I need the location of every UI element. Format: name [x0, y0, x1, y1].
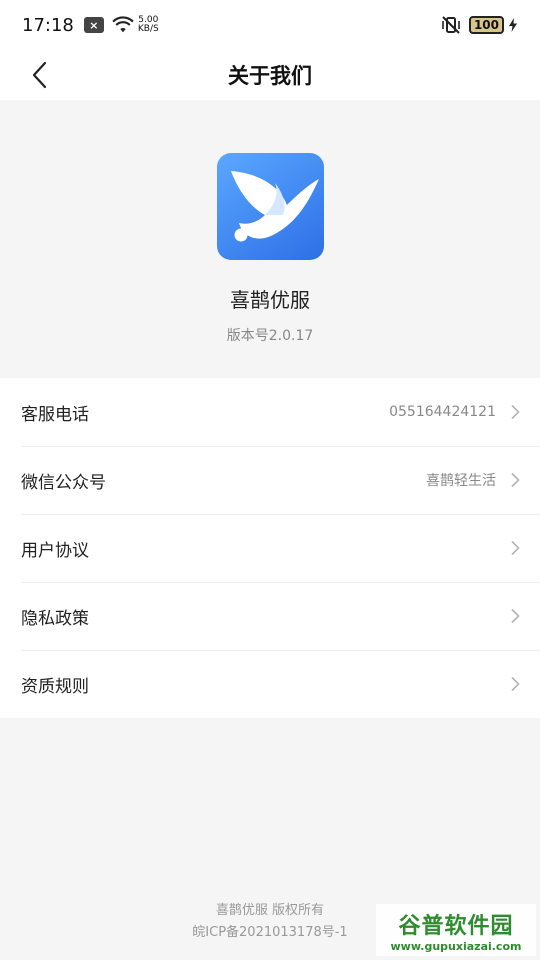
- app-version: 版本号2.0.17: [226, 328, 314, 344]
- menu-item-label: 微信公众号: [21, 472, 106, 493]
- charging-icon: [509, 18, 517, 32]
- menu-item-privacy-policy[interactable]: 隐私政策: [0, 582, 540, 650]
- watermark-title: 谷普软件园: [398, 913, 514, 939]
- wifi-icon: [112, 16, 134, 33]
- menu-item-label: 客服电话: [21, 404, 89, 425]
- chevron-right-icon: [511, 608, 520, 624]
- menu-item-user-agreement[interactable]: 用户协议: [0, 514, 540, 582]
- vibrate-mute-icon: [442, 16, 460, 34]
- battery-icon: 100: [468, 16, 504, 34]
- app-name: 喜鹊优服: [230, 288, 310, 312]
- menu-item-wechat-account[interactable]: 微信公众号 喜鹊轻生活: [0, 446, 540, 514]
- status-bar: 17:18 × 5.00 KB/S 100: [0, 0, 540, 50]
- back-button[interactable]: [24, 58, 54, 92]
- menu-list: 客服电话 055164424121 微信公众号 喜鹊轻生活 用户协议 隐私政策: [0, 378, 540, 718]
- network-speed: 5.00 KB/S: [138, 16, 159, 34]
- speed-unit: KB/S: [137, 24, 159, 34]
- title-bar: 关于我们: [0, 50, 540, 100]
- magpie-bird-icon: [230, 171, 319, 242]
- icp-text: 皖ICP备2021013178号-1: [192, 925, 348, 940]
- chevron-right-icon: [511, 676, 520, 692]
- copyright-text: 喜鹊优服 版权所有: [215, 903, 325, 918]
- menu-item-value: 喜鹊轻生活: [426, 473, 496, 489]
- menu-item-qualification-rules[interactable]: 资质规则: [0, 650, 540, 718]
- chevron-right-icon: [511, 472, 520, 488]
- menu-item-label: 隐私政策: [21, 608, 89, 629]
- menu-item-label: 用户协议: [21, 540, 89, 561]
- page-title: 关于我们: [228, 64, 312, 88]
- app-info: 喜鹊优服 版本号2.0.17: [0, 100, 540, 378]
- chevron-right-icon: [511, 540, 520, 556]
- menu-item-value: 055164424121: [389, 404, 496, 420]
- notification-icon: ×: [83, 17, 104, 33]
- watermark: 谷普软件园 www.gupuxiazai.com: [376, 904, 536, 956]
- chevron-right-icon: [511, 404, 520, 420]
- menu-item-label: 资质规则: [21, 676, 89, 697]
- watermark-url: www.gupuxiazai.com: [390, 939, 522, 953]
- menu-item-customer-phone[interactable]: 客服电话 055164424121: [0, 378, 540, 446]
- status-right: 100: [441, 16, 518, 34]
- about-screen: 17:18 × 5.00 KB/S 100 关于我们 喜鹊优服 版本号2.0.1…: [0, 0, 540, 960]
- status-time: 17:18: [22, 14, 74, 36]
- chevron-left-icon: [32, 61, 47, 89]
- app-logo: [216, 153, 324, 260]
